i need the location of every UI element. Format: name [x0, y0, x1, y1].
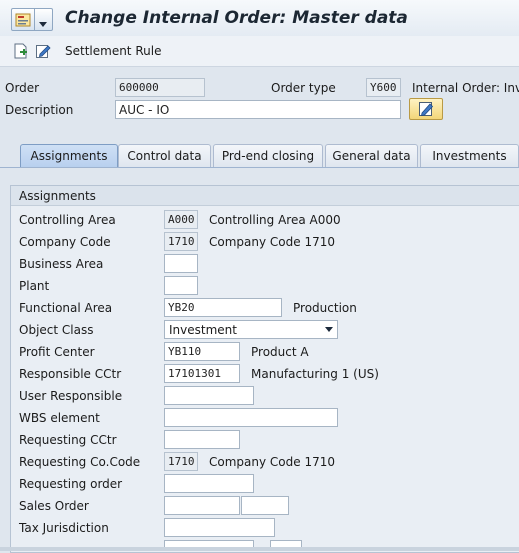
responsible-cctr-label: Responsible CCtr: [19, 367, 122, 381]
assignments-section-header: Assignments: [11, 186, 519, 206]
system-menu-button[interactable]: [11, 8, 53, 31]
tab-divider: [0, 167, 519, 168]
controlling-area-text: Controlling Area A000: [209, 213, 341, 227]
new-document-icon[interactable]: [13, 43, 30, 59]
settlement-rule-button[interactable]: Settlement Rule: [65, 44, 161, 58]
tab-assignments[interactable]: Assignments: [20, 144, 118, 168]
tab-general-data[interactable]: General data: [325, 144, 418, 167]
object-class-label: Object Class: [19, 323, 94, 337]
user-responsible-label: User Responsible: [19, 389, 123, 403]
chevron-down-icon: [34, 9, 51, 30]
status-bar-edge: [0, 547, 519, 551]
wbs-element-label: WBS element: [19, 411, 100, 425]
requesting-cocode-text: Company Code 1710: [209, 455, 335, 469]
requesting-order-label: Requesting order: [19, 477, 123, 491]
order-type-field: Y600: [366, 78, 401, 97]
edit-long-text-button[interactable]: [409, 98, 443, 120]
functional-area-field[interactable]: YB20: [164, 298, 282, 317]
description-label: Description: [5, 103, 74, 117]
main-content: Order 600000 Order type Y600 Internal Or…: [0, 67, 519, 553]
business-area-field[interactable]: [164, 254, 198, 273]
user-responsible-field[interactable]: [164, 386, 254, 405]
tax-jurisdiction-field[interactable]: [164, 518, 275, 537]
functional-area-text: Production: [293, 301, 357, 315]
order-field: 600000: [115, 78, 205, 97]
object-class-dropdown[interactable]: Investment: [164, 320, 338, 339]
tax-jurisdiction-label: Tax Jurisdiction: [19, 521, 109, 535]
tab-strip: Assignments Control data Prd-end closing…: [0, 144, 519, 168]
company-code-field: 1710: [164, 232, 198, 251]
tab-investments[interactable]: Investments: [420, 144, 519, 167]
sales-order-item-field[interactable]: [241, 496, 289, 515]
responsible-cctr-field[interactable]: 17101301: [164, 364, 240, 383]
plant-field[interactable]: [164, 276, 198, 295]
requesting-cocode-field: 1710: [164, 452, 198, 471]
requesting-cctr-field[interactable]: [164, 430, 240, 449]
profit-center-field[interactable]: YB110: [164, 342, 240, 361]
plant-label: Plant: [19, 279, 50, 293]
wbs-element-field[interactable]: [164, 408, 338, 427]
profit-center-text: Product A: [251, 345, 309, 359]
company-code-label: Company Code: [19, 235, 111, 249]
pencil-icon: [419, 102, 434, 116]
chevron-down-icon: [325, 327, 333, 332]
responsible-cctr-text: Manufacturing 1 (US): [251, 367, 379, 381]
sales-order-label: Sales Order: [19, 499, 89, 513]
requesting-cctr-label: Requesting CCtr: [19, 433, 117, 447]
tab-prd-end-closing[interactable]: Prd-end closing: [213, 144, 323, 167]
controlling-area-label: Controlling Area: [19, 213, 116, 227]
company-code-text: Company Code 1710: [209, 235, 335, 249]
sap-menu-icon: [12, 9, 34, 30]
edit-document-icon[interactable]: [35, 43, 52, 59]
controlling-area-field: A000: [164, 210, 198, 229]
order-label: Order: [5, 81, 40, 95]
title-bar: Change Internal Order: Master data: [0, 0, 519, 37]
application-toolbar: Settlement Rule: [0, 36, 519, 67]
description-field[interactable]: AUC - IO: [115, 100, 401, 119]
assignments-section-title: Assignments: [19, 189, 96, 203]
object-class-value: Investment: [169, 323, 237, 337]
sales-order-field[interactable]: [164, 496, 240, 515]
profit-center-label: Profit Center: [19, 345, 95, 359]
requesting-order-field[interactable]: [164, 474, 254, 493]
business-area-label: Business Area: [19, 257, 104, 271]
order-type-text: Internal Order: Inve: [412, 81, 519, 95]
functional-area-label: Functional Area: [19, 301, 113, 315]
requesting-cocode-label: Requesting Co.Code: [19, 455, 141, 469]
tab-control-data[interactable]: Control data: [118, 144, 211, 167]
page-title: Change Internal Order: Master data: [65, 8, 408, 28]
order-type-label: Order type: [271, 81, 336, 95]
